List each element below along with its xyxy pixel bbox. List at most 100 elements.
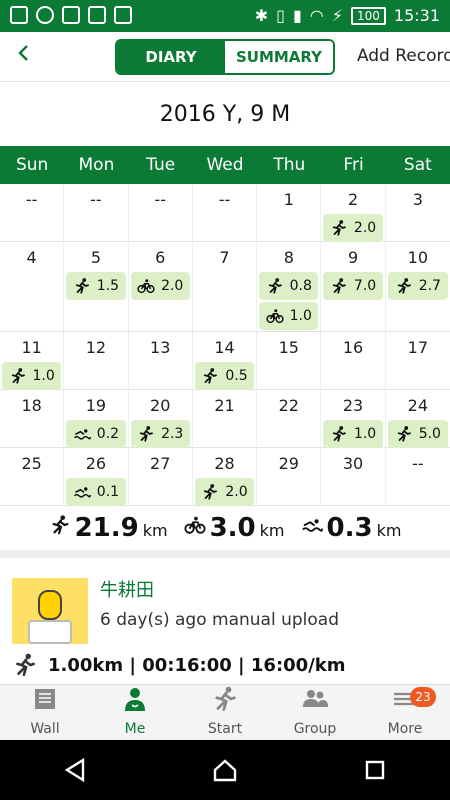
activity-badge[interactable]: 0.2 <box>66 420 126 448</box>
nav-wall[interactable]: Wall <box>0 685 90 741</box>
activity-stats: 1.00km | 00:16:00 | 16:00/km <box>48 654 346 676</box>
calendar-day-cell[interactable]: 11 1.0 <box>0 332 65 390</box>
calendar-day-cell[interactable]: 6 2.0 <box>129 242 193 331</box>
back-triangle-icon[interactable] <box>61 756 89 784</box>
tab-summary[interactable]: SUMMARY <box>225 41 333 73</box>
activity-badge[interactable]: 0.8 <box>259 272 319 300</box>
calendar-day-cell[interactable]: 15 <box>257 332 322 390</box>
calendar-day-cell[interactable]: 27 <box>129 448 193 506</box>
runner-icon <box>9 367 27 385</box>
bicycle-icon <box>137 277 155 295</box>
tab-diary[interactable]: DIARY <box>117 41 225 73</box>
activity-badge[interactable]: 5.0 <box>387 420 448 448</box>
calendar-day-number: 26 <box>85 454 107 473</box>
home-icon[interactable] <box>211 756 239 784</box>
status-time: 15:31 <box>393 6 440 25</box>
calendar-day-cell[interactable]: 21 <box>193 390 258 448</box>
nav-me[interactable]: Me <box>90 685 180 741</box>
calendar-day-cell[interactable]: 26 0.1 <box>64 448 129 506</box>
calendar-day-number: 28 <box>214 454 235 473</box>
calendar-day-number: 9 <box>347 248 359 267</box>
runner-icon <box>73 277 91 295</box>
calendar-day-cell[interactable]: 14 0.5 <box>193 332 258 390</box>
calendar-day-number: 17 <box>407 338 429 357</box>
calendar-day-cell[interactable]: 1 <box>257 184 322 242</box>
bicycle-icon <box>266 307 284 325</box>
activity-distance: 1.5 <box>96 278 120 294</box>
status-left-icons <box>10 6 132 24</box>
runner-icon <box>395 277 413 295</box>
calendar-day-cell[interactable]: 30 <box>321 448 386 506</box>
back-button[interactable] <box>16 42 36 72</box>
activity-badge[interactable]: 2.0 <box>130 272 190 300</box>
runner-icon <box>330 219 348 237</box>
calendar-day-cell[interactable]: 5 1.5 <box>64 242 129 331</box>
recents-icon[interactable] <box>361 756 389 784</box>
weekday-wed: Wed <box>206 155 244 175</box>
calendar-day-cell[interactable]: 19 0.2 <box>64 390 129 448</box>
calendar-day-cell[interactable]: 23 1.0 <box>321 390 386 448</box>
activity-distance: 7.0 <box>353 278 377 294</box>
calendar-day-cell[interactable]: 20 2.3 <box>129 390 193 448</box>
activity-badge[interactable]: 1.0 <box>2 362 62 390</box>
calendar-day-cell[interactable]: 8 0.8 1.0 <box>257 242 322 331</box>
activity-distance: 0.2 <box>96 426 120 442</box>
chevron-left-icon <box>18 45 28 61</box>
calendar-day-cell: -- <box>0 184 65 242</box>
runner-icon <box>201 367 219 385</box>
activity-badge[interactable]: 2.0 <box>323 214 383 242</box>
activity-badge[interactable]: 2.0 <box>194 478 255 506</box>
user-name[interactable]: 牛耕田 <box>100 576 154 602</box>
nav-group[interactable]: Group <box>270 685 360 741</box>
calendar-day-cell[interactable]: 7 <box>193 242 258 331</box>
calendar-week-row: 25 26 0.1 27 28 2.0 29 30 -- <box>0 448 450 506</box>
activity-badge[interactable]: 1.0 <box>259 302 319 330</box>
calendar-day-cell[interactable]: 24 5.0 <box>386 390 450 448</box>
activity-badge[interactable]: 2.3 <box>130 420 190 448</box>
activity-badge[interactable]: 0.5 <box>194 362 255 390</box>
calendar-day-number: 30 <box>342 454 364 473</box>
activity-distance: 0.1 <box>96 484 120 500</box>
calendar-day-cell[interactable]: 13 <box>129 332 193 390</box>
nav-label: More <box>387 721 423 737</box>
calendar-day-cell[interactable]: 29 <box>257 448 322 506</box>
sim-icon: ▮ <box>292 6 302 25</box>
activity-badge[interactable]: 0.1 <box>66 478 126 506</box>
calendar-day-cell[interactable]: 28 2.0 <box>193 448 258 506</box>
activity-feed-item[interactable]: 牛耕田 6 day(s) ago manual upload 1.00km | … <box>0 566 450 686</box>
bottom-navigation: Wall Me Start Group More 23 <box>0 684 450 740</box>
calendar-day-cell[interactable]: 3 <box>386 184 450 242</box>
calendar-day-cell[interactable]: 17 <box>386 332 450 390</box>
calendar-day-cell: -- <box>193 184 258 242</box>
calendar-day-cell[interactable]: 9 7.0 <box>321 242 386 331</box>
activity-distance: 1.0 <box>353 426 377 442</box>
calendar-day-number: 21 <box>214 396 235 415</box>
calendar-day-number: -- <box>25 190 38 209</box>
calendar-day-cell[interactable]: 2 2.0 <box>321 184 386 242</box>
total-bike: 3.0 km <box>184 513 285 543</box>
calendar-day-cell[interactable]: 4 <box>0 242 65 331</box>
activity-badge[interactable]: 1.0 <box>323 420 383 448</box>
activity-badge[interactable]: 7.0 <box>323 272 383 300</box>
calendar-week-row: 18 19 0.2 20 2.3 21 22 23 1.0 24 5.0 <box>0 390 450 448</box>
calendar-day-number: 16 <box>342 338 364 357</box>
calendar-day-cell[interactable]: 22 <box>257 390 322 448</box>
calendar-day-cell[interactable]: 25 <box>0 448 65 506</box>
calendar-day-number: 3 <box>412 190 423 209</box>
bluetooth-icon: ✱ <box>254 6 269 25</box>
swimmer-icon <box>301 514 323 540</box>
runner-icon <box>49 514 71 540</box>
nav-start[interactable]: Start <box>180 685 270 741</box>
calendar-day-cell[interactable]: 10 2.7 <box>386 242 450 331</box>
avatar[interactable] <box>12 578 88 644</box>
calendar-day-number: -- <box>412 454 424 473</box>
activity-distance: 1.0 <box>32 368 55 384</box>
calendar-day-cell[interactable]: 18 <box>0 390 65 448</box>
nav-more[interactable]: More 23 <box>360 685 450 741</box>
add-record-button[interactable]: Add Record <box>357 46 450 66</box>
calendar-day-cell[interactable]: 12 <box>64 332 129 390</box>
calendar-day-cell: -- <box>386 448 450 506</box>
activity-badge[interactable]: 1.5 <box>66 272 126 300</box>
activity-badge[interactable]: 2.7 <box>387 272 448 300</box>
calendar-day-cell[interactable]: 16 <box>321 332 386 390</box>
